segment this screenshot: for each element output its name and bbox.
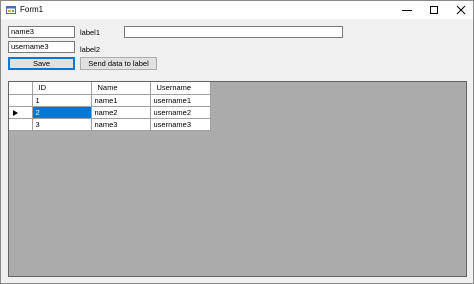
textbox-username[interactable]: username3 <box>8 41 75 53</box>
grid-row-current[interactable]: 2 name2 username2 <box>9 106 211 119</box>
save-button[interactable]: Save <box>8 57 75 70</box>
column-header-username[interactable]: Username <box>150 82 211 95</box>
grid-row[interactable]: 1 name1 username1 <box>9 94 211 107</box>
maximize-button[interactable] <box>420 1 448 19</box>
row-header[interactable] <box>9 106 33 119</box>
title-bar[interactable]: Form1 <box>1 1 473 19</box>
cell-name[interactable]: name2 <box>91 106 151 119</box>
cell-username[interactable]: username1 <box>150 94 211 107</box>
minimize-icon <box>402 10 412 11</box>
maximize-icon <box>430 6 438 14</box>
grid-row[interactable]: 3 name3 username3 <box>9 118 211 131</box>
grid-table: ID Name Username 1 name1 username1 2 nam… <box>9 82 211 131</box>
textbox-output[interactable] <box>124 26 343 38</box>
current-row-arrow-icon <box>13 109 18 116</box>
form-client-area: name3 username3 label1 label2 Save Send … <box>1 19 473 283</box>
minimize-button[interactable] <box>393 1 421 19</box>
cell-username[interactable]: username2 <box>150 106 211 119</box>
cell-name[interactable]: name3 <box>91 118 151 131</box>
close-button[interactable] <box>447 1 473 19</box>
cell-username[interactable]: username3 <box>150 118 211 131</box>
row-header[interactable] <box>9 94 33 107</box>
label1: label1 <box>80 28 101 37</box>
column-header-name[interactable]: Name <box>91 82 151 95</box>
column-header-id[interactable]: ID <box>32 82 92 95</box>
form-window: Form1 name3 username3 label1 label2 Save… <box>0 0 474 284</box>
grid-corner-header[interactable] <box>9 82 33 95</box>
data-grid-view[interactable]: ID Name Username 1 name1 username1 2 nam… <box>8 81 467 277</box>
window-title: Form1 <box>20 5 44 14</box>
cell-id-selected[interactable]: 2 <box>32 106 92 119</box>
send-data-to-label-button[interactable]: Send data to label <box>80 57 157 70</box>
label2: label2 <box>80 45 101 54</box>
cell-id[interactable]: 3 <box>32 118 92 131</box>
grid-header-row: ID Name Username <box>9 82 211 95</box>
textbox-name[interactable]: name3 <box>8 26 75 38</box>
cell-name[interactable]: name1 <box>91 94 151 107</box>
app-icon[interactable] <box>6 5 16 15</box>
row-header[interactable] <box>9 118 33 131</box>
cell-id[interactable]: 1 <box>32 94 92 107</box>
close-icon <box>456 5 466 15</box>
